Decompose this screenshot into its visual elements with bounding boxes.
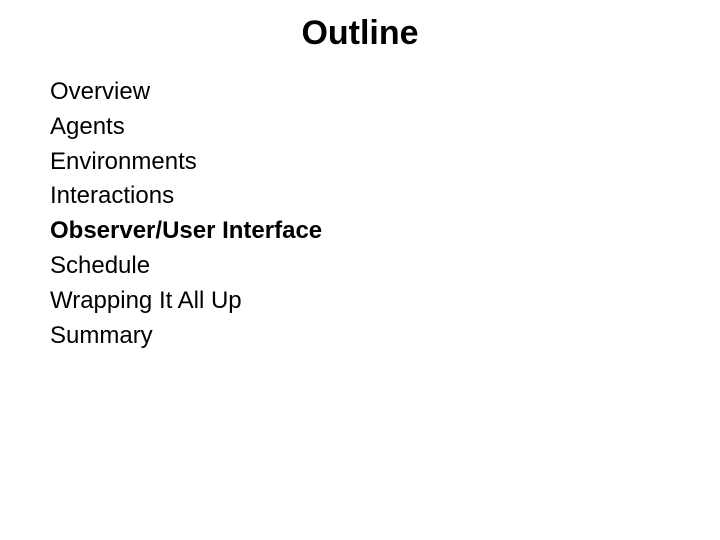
outline-item: Agents [50,110,670,145]
outline-item: Environments [50,145,670,180]
outline-item: Summary [50,319,670,354]
outline-item-current: Observer/User Interface [50,214,670,249]
outline-list: Overview Agents Environments Interaction… [50,75,670,353]
outline-item: Wrapping It All Up [50,284,670,319]
slide: Outline Overview Agents Environments Int… [0,0,720,540]
slide-title: Outline [50,14,670,53]
outline-item: Overview [50,75,670,110]
outline-item: Schedule [50,249,670,284]
outline-item: Interactions [50,179,670,214]
